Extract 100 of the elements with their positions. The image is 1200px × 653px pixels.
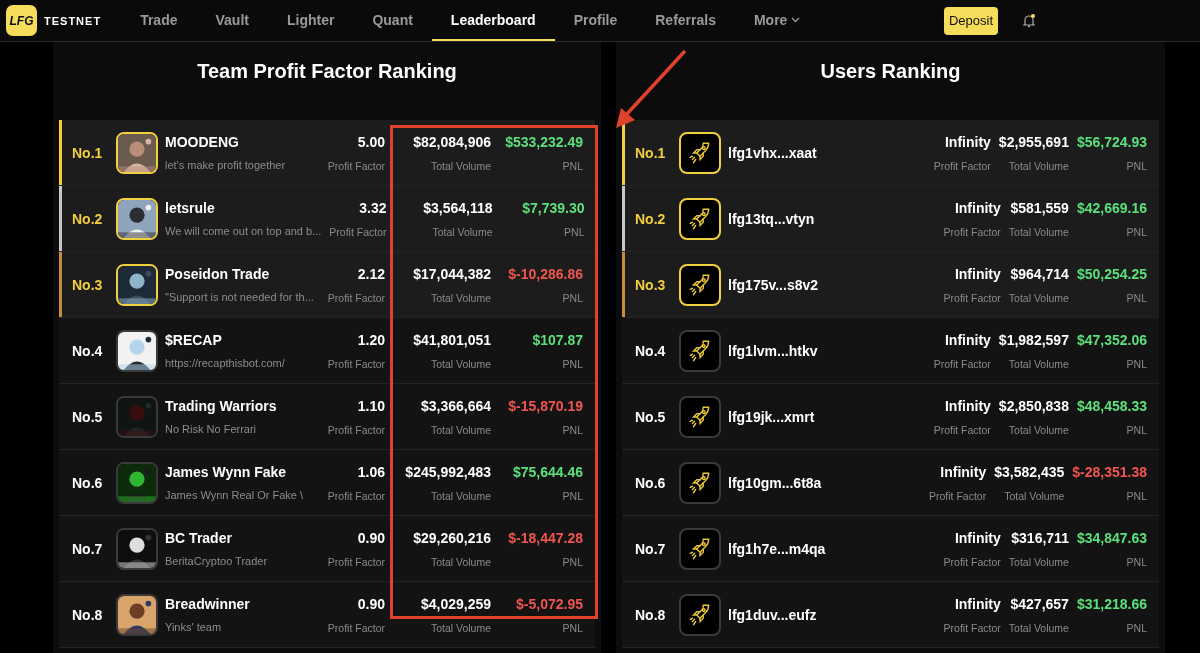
ranking-row[interactable]: No.1 lfg1vhx...xaat Infinity Profit Factor $2,955,691 Total Volume $56,724.93 PNL	[622, 120, 1159, 186]
ranking-name: lfg175v...s8v2	[728, 276, 820, 293]
stat-value: Infinity	[944, 397, 991, 414]
ranking-description: "Support is not needed for th...	[165, 291, 315, 303]
stat-value: $3,564,118	[423, 199, 493, 216]
stat-value: $2,850,838	[998, 397, 1069, 414]
rank-label: No.8	[71, 606, 104, 623]
stat-value: $533,232.49	[505, 133, 583, 150]
stat-label: Profit Factor	[933, 423, 991, 436]
stat-value: 1.20	[357, 331, 385, 348]
stat-label: Total Volume	[1008, 555, 1069, 568]
stat-label: Total Volume	[432, 225, 493, 238]
stat-label: Profit Factor	[327, 555, 385, 568]
stat-value: Infinity	[944, 331, 991, 348]
stat-label: Total Volume	[430, 291, 491, 304]
rank-label: No.2	[634, 210, 667, 227]
stat-value: $-10,286.86	[508, 265, 583, 282]
stat-value: $581,559	[1010, 199, 1069, 216]
stat-label: Profit Factor	[327, 159, 385, 172]
stat-value: $56,724.93	[1076, 133, 1147, 150]
stat-value: 3.32	[359, 199, 387, 216]
nav-tab[interactable]: Referrals	[636, 0, 735, 41]
ranking-name: Poseidon Trade	[165, 266, 271, 282]
ranking-row[interactable]: No.4 $RECAP https://recapthisbot.com/ 1.20 Profit Factor $41,801,051 Total Volume $107.87 PNL	[59, 318, 595, 384]
stat-label: PNL	[562, 357, 583, 370]
rank-label: No.4	[71, 342, 104, 359]
ranking-description: let's make profit together	[165, 159, 287, 171]
ranking-row[interactable]: No.6 lfg10gm...6t8a Infinity Profit Factor $3,582,435 Total Volume $-28,351.38 PNL	[622, 450, 1159, 516]
logo[interactable]: LFG	[6, 5, 37, 36]
ranking-name: Trading Warriors	[165, 398, 278, 414]
nav-tab[interactable]: Trade	[121, 0, 197, 41]
stat-value: $34,847.63	[1076, 529, 1147, 546]
stat-label: Total Volume	[1008, 291, 1069, 304]
nav-tab[interactable]: More	[734, 0, 820, 41]
rank-label: No.7	[71, 540, 104, 557]
stat-value: 5.00	[357, 133, 385, 150]
ranking-name: MOODENG	[165, 134, 240, 150]
stat-label: Total Volume	[1008, 357, 1069, 370]
ranking-row[interactable]: No.8 lfg1duv...eufz Infinity Profit Factor $427,657 Total Volume $31,218.66 PNL	[622, 582, 1159, 648]
stat-value: $427,657	[1010, 595, 1069, 612]
ranking-row[interactable]: No.2 lfg13tq...vtyn Infinity Profit Factor $581,559 Total Volume $42,669.16 PNL	[622, 186, 1159, 252]
stat-value: 0.90	[357, 529, 385, 546]
ranking-name: lfg10gm...6t8a	[728, 474, 823, 491]
stat-value: $47,352.06	[1076, 331, 1147, 348]
stat-value: 2.12	[357, 265, 385, 282]
stat-value: $42,669.16	[1076, 199, 1147, 216]
rank-label: No.7	[634, 540, 667, 557]
nav-tab[interactable]: Lighter	[267, 0, 354, 41]
ranking-name: lfg1h7e...m4qa	[728, 540, 827, 557]
ranking-name: lfg1duv...eufz	[728, 606, 818, 623]
stat-label: Profit Factor	[943, 621, 1001, 634]
stat-value: $107.87	[532, 331, 583, 348]
nav-tab[interactable]: Quant	[353, 0, 432, 41]
stat-value: $2,955,691	[998, 133, 1069, 150]
ranking-name: Breadwinner	[165, 596, 251, 612]
rank-label: No.1	[634, 144, 667, 161]
stat-value: $3,582,435	[994, 463, 1065, 480]
stat-label: PNL	[562, 621, 583, 634]
ranking-name: James Wynn Fake	[165, 464, 288, 480]
ranking-description: No Risk No Ferrari	[165, 423, 258, 435]
stat-value: $41,801,051	[413, 331, 491, 348]
rank-label: No.4	[634, 342, 667, 359]
ranking-row[interactable]: No.5 Trading Warriors No Risk No Ferrari 1.10 Profit Factor $3,366,664 Total Volume $-15,870.19 PNL	[59, 384, 595, 450]
ranking-name: $RECAP	[165, 332, 223, 348]
stat-label: PNL	[1126, 423, 1147, 436]
ranking-row[interactable]: No.7 lfg1h7e...m4qa Infinity Profit Factor $316,711 Total Volume $34,847.63 PNL	[622, 516, 1159, 582]
stat-label: PNL	[562, 489, 583, 502]
stat-value: $316,711	[1011, 529, 1069, 546]
ranking-row[interactable]: No.5 lfg19jk...xmrt Infinity Profit Factor $2,850,838 Total Volume $48,458.33 PNL	[622, 384, 1159, 450]
stat-label: Profit Factor	[329, 225, 387, 238]
ranking-row[interactable]: No.2 letsrule We will come out on top and b... 3.32 Profit Factor $3,564,118 Total Volume $7,739.30 PNL	[59, 186, 595, 252]
stat-label: Total Volume	[430, 621, 491, 634]
stat-value: Infinity	[954, 595, 1001, 612]
stat-label: Total Volume	[1004, 489, 1065, 502]
ranking-row[interactable]: No.6 James Wynn Fake James Wynn Real Or Fake \ 1.06 Profit Factor $245,992,483 Total Volume $75,644.46 PNL	[59, 450, 595, 516]
ranking-row[interactable]: No.3 Poseidon Trade "Support is not needed for th... 2.12 Profit Factor $17,044,382 Total Volume $-10,286.86 PNL	[59, 252, 595, 318]
ranking-row[interactable]: No.7 BC Trader BeritaCryptoo Trader 0.90 Profit Factor $29,260,216 Total Volume $-18,447.28 PNL	[59, 516, 595, 582]
stat-label: PNL	[1126, 225, 1147, 238]
stat-value: $17,044,382	[413, 265, 491, 282]
stat-label: Profit Factor	[943, 291, 1001, 304]
stat-label: Profit Factor	[327, 489, 385, 502]
rank-label: No.6	[634, 474, 667, 491]
stat-label: Total Volume	[1008, 159, 1069, 172]
stat-value: $31,218.66	[1076, 595, 1147, 612]
nav-tab[interactable]: Vault	[196, 0, 268, 41]
stat-label: Total Volume	[430, 489, 491, 502]
bell-icon[interactable]	[1022, 13, 1036, 28]
ranking-row[interactable]: No.3 lfg175v...s8v2 Infinity Profit Factor $964,714 Total Volume $50,254.25 PNL	[622, 252, 1159, 318]
rank-label: No.5	[634, 408, 667, 425]
nav-tab[interactable]: Profile	[554, 0, 637, 41]
stat-label: PNL	[1126, 555, 1147, 568]
ranking-row[interactable]: No.4 lfg1lvm...htkv Infinity Profit Factor $1,982,597 Total Volume $47,352.06 PNL	[622, 318, 1159, 384]
stat-value: Infinity	[954, 199, 1001, 216]
ranking-row[interactable]: No.8 Breadwinner Yinks' team 0.90 Profit Factor $4,029,259 Total Volume $-5,072.95 PNL	[59, 582, 595, 648]
ranking-name: letsrule	[165, 200, 216, 216]
deposit-button[interactable]: Deposit	[943, 6, 998, 35]
stat-value: $3,366,664	[420, 397, 491, 414]
ranking-row[interactable]: No.1 MOODENG let's make profit together 5.00 Profit Factor $82,084,906 Total Volume $533,232.49 PNL	[59, 120, 595, 186]
stat-label: Profit Factor	[327, 621, 385, 634]
stat-label: Profit Factor	[933, 159, 991, 172]
